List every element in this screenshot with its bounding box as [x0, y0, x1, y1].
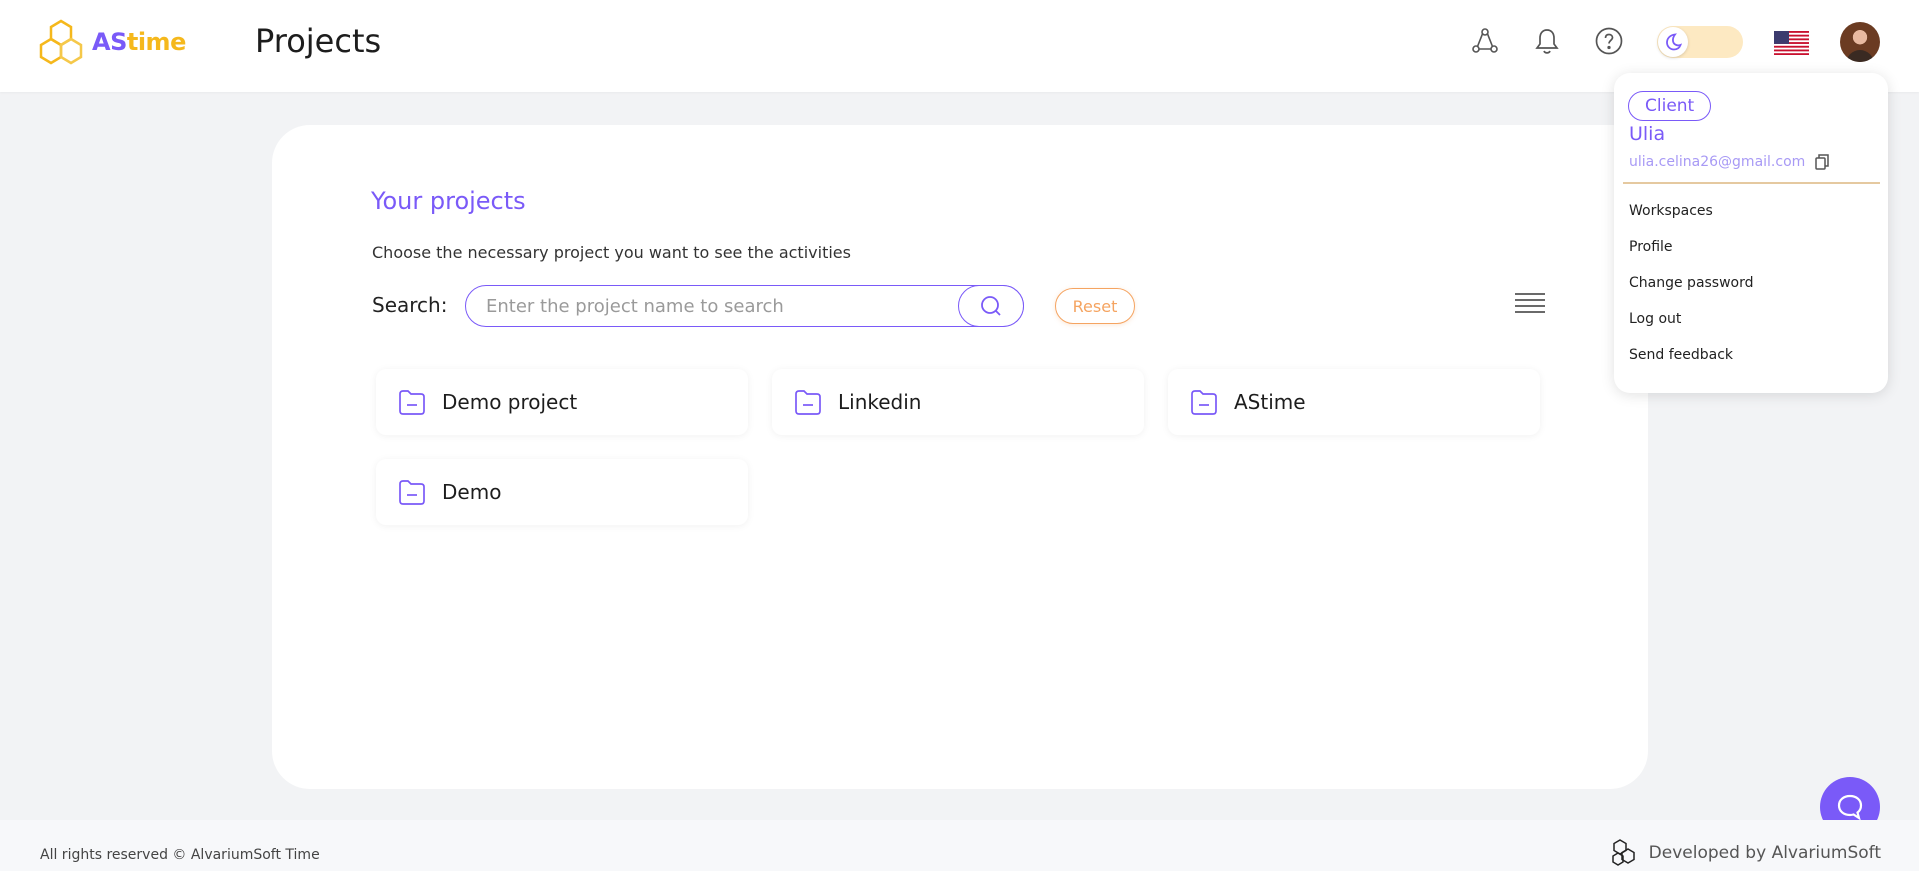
- footer-developer[interactable]: Developed by AlvariumSoft: [1609, 838, 1881, 868]
- menu-item-change-password[interactable]: Change password: [1629, 275, 1754, 291]
- user-name: Ulia: [1629, 123, 1666, 145]
- theme-toggle[interactable]: [1657, 26, 1743, 58]
- project-name: Demo: [442, 480, 502, 504]
- developer-text: Developed by AlvariumSoft: [1648, 843, 1881, 863]
- footer-copyright: All rights reserved © AlvariumSoft Time: [40, 847, 320, 863]
- search-label: Search:: [372, 293, 448, 317]
- card-subtitle: Choose the necessary project you want to…: [372, 243, 851, 262]
- logo-as: AS: [92, 28, 127, 56]
- alvariumsoft-logo-icon: [1611, 839, 1635, 866]
- card-title: Your projects: [371, 187, 526, 215]
- astime-logo[interactable]: AStime: [38, 18, 186, 66]
- role-badge: Client: [1628, 91, 1712, 121]
- folder-icon: [397, 387, 427, 417]
- menu-divider: [1623, 182, 1880, 184]
- chat-icon: [1837, 794, 1863, 821]
- folder-icon: [1189, 387, 1219, 417]
- moon-icon: [1658, 27, 1688, 57]
- list-view-icon[interactable]: [1512, 290, 1548, 318]
- us-flag-icon[interactable]: [1774, 31, 1809, 55]
- page-title: Projects: [255, 22, 382, 60]
- integrations-icon[interactable]: [1469, 25, 1501, 57]
- project-card[interactable]: Demo project: [376, 369, 748, 435]
- user-email: ulia.celina26@gmail.com: [1629, 154, 1806, 170]
- footer: All rights reserved © AlvariumSoft Time …: [0, 820, 1919, 871]
- project-card[interactable]: Demo: [376, 459, 748, 525]
- logo-text: AStime: [92, 28, 186, 56]
- bell-icon[interactable]: [1531, 25, 1563, 57]
- reset-button[interactable]: Reset: [1055, 288, 1135, 324]
- menu-item-send-feedback[interactable]: Send feedback: [1629, 347, 1733, 363]
- avatar[interactable]: [1840, 22, 1880, 62]
- search-button[interactable]: [958, 284, 1024, 327]
- menu-item-workspaces[interactable]: Workspaces: [1629, 203, 1713, 219]
- menu-item-profile[interactable]: Profile: [1629, 239, 1673, 255]
- projects-card: Your projects Choose the necessary proje…: [272, 125, 1648, 789]
- copy-icon[interactable]: [1814, 153, 1830, 171]
- folder-icon: [793, 387, 823, 417]
- search-input[interactable]: [486, 294, 966, 318]
- folder-icon: [397, 477, 427, 507]
- search-icon: [981, 295, 1001, 316]
- search-box: [465, 284, 1024, 327]
- project-name: Demo project: [442, 390, 578, 414]
- menu-item-log-out[interactable]: Log out: [1629, 311, 1681, 327]
- project-card[interactable]: Linkedin: [772, 369, 1144, 435]
- help-icon[interactable]: [1593, 25, 1625, 57]
- project-name: Linkedin: [838, 390, 922, 414]
- logo-time: time: [126, 28, 186, 56]
- user-menu-dropdown: Client Ulia ulia.celina26@gmail.com Work…: [1614, 73, 1888, 393]
- honeycomb-logo-icon: [39, 19, 83, 65]
- project-card[interactable]: AStime: [1168, 369, 1540, 435]
- project-name: AStime: [1234, 390, 1306, 414]
